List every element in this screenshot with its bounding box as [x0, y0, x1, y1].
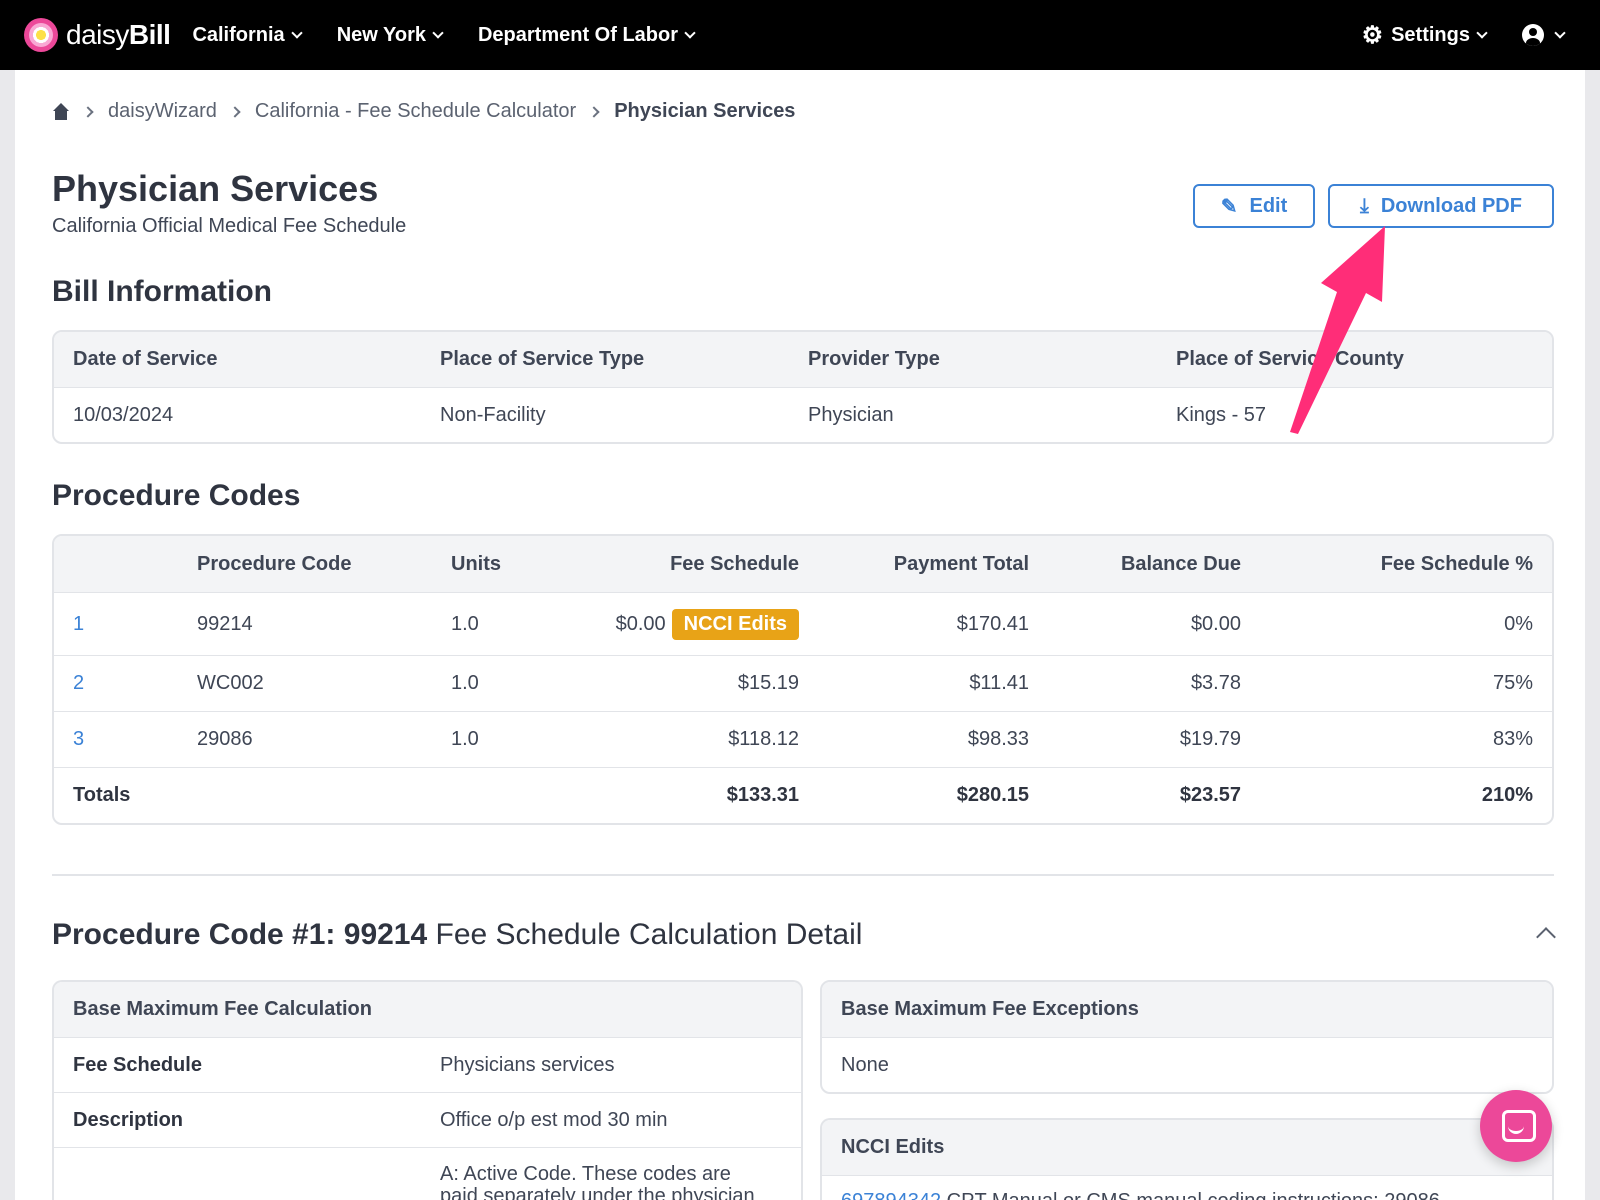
- chat-launcher-button[interactable]: [1480, 1090, 1552, 1162]
- annotation-arrow: [1290, 226, 1385, 434]
- arrow-shape: [1290, 226, 1385, 434]
